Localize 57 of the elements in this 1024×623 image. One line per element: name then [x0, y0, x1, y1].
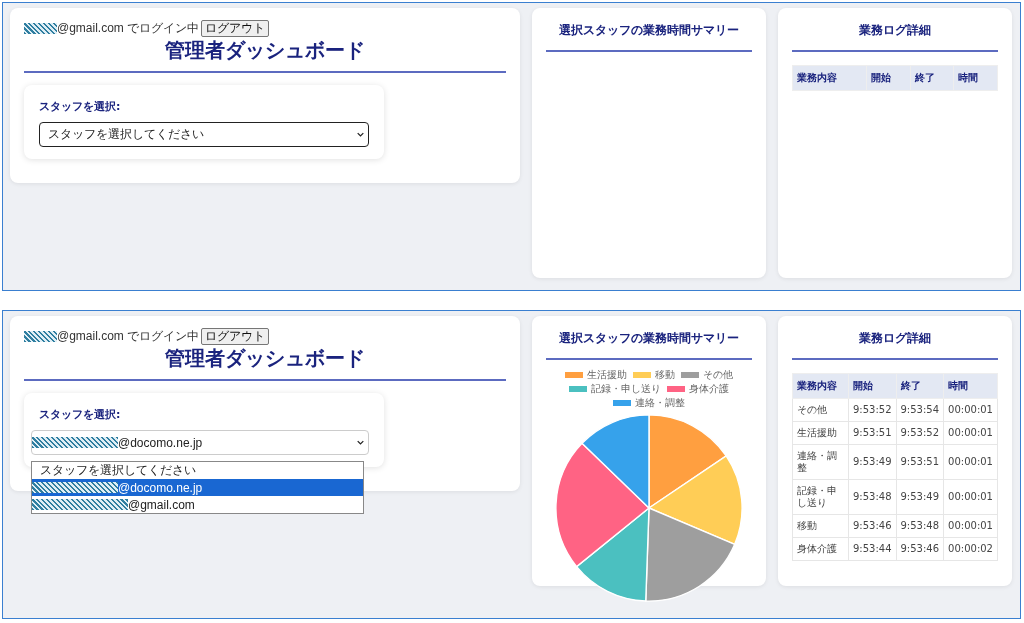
- table-cell: 9:53:52: [896, 421, 944, 445]
- select-label: スタッフを選択:: [39, 99, 122, 114]
- dropdown-option[interactable]: @gmail.com: [32, 496, 363, 513]
- logout-button[interactable]: ログアウト: [201, 328, 270, 345]
- table-cell: その他: [792, 398, 849, 422]
- dropdown-option[interactable]: @docomo.ne.jp: [32, 479, 363, 496]
- table-cell: 9:53:44: [848, 537, 896, 561]
- select-label: スタッフを選択:: [39, 407, 122, 422]
- dropdown-option[interactable]: スタッフを選択してください: [32, 462, 363, 479]
- table-cell: 9:53:54: [896, 398, 944, 422]
- column-header: 時間: [943, 373, 998, 399]
- card-title: 業務ログ詳細: [858, 22, 933, 39]
- table-cell: 9:53:49: [896, 479, 944, 515]
- table-cell: 00:00:01: [943, 514, 998, 538]
- table-cell: 記録・申し送り: [792, 479, 849, 515]
- table-cell: 移動: [792, 514, 849, 538]
- table-cell: 9:53:46: [848, 514, 896, 538]
- table-cell: 連絡・調整: [792, 444, 849, 480]
- login-status: @gmail.com でログイン中: [57, 20, 200, 37]
- table-cell: 00:00:01: [943, 421, 998, 445]
- table-cell: 00:00:01: [943, 479, 998, 515]
- table-cell: 9:53:48: [848, 479, 896, 515]
- legend-label: 連絡・調整: [635, 397, 686, 409]
- chevron-down-icon: [357, 132, 364, 137]
- staff-select[interactable]: @docomo.ne.jp: [31, 430, 369, 455]
- table-cell: 00:00:02: [943, 537, 998, 561]
- table-cell: 9:53:49: [848, 444, 896, 480]
- login-status: @gmail.com でログイン中: [57, 328, 200, 345]
- column-header: 開始: [848, 373, 896, 399]
- table-cell: 9:53:51: [848, 421, 896, 445]
- legend-label: その他: [703, 369, 734, 381]
- table-cell: 00:00:01: [943, 444, 998, 480]
- table-cell: 9:53:52: [848, 398, 896, 422]
- table-cell: 9:53:48: [896, 514, 944, 538]
- column-header: 開始: [866, 65, 911, 91]
- staff-select[interactable]: スタッフを選択してください: [39, 122, 369, 147]
- card-title: 選択スタッフの業務時間サマリー: [558, 22, 741, 39]
- legend-label: 移動: [655, 369, 676, 381]
- legend-label: 身体介護: [689, 383, 730, 395]
- page-title: 管理者ダッシュボード: [164, 37, 367, 63]
- column-header: 時間: [953, 65, 998, 91]
- legend-label: 記録・申し送り: [591, 383, 662, 395]
- card-title: 業務ログ詳細: [858, 330, 933, 347]
- card-title: 選択スタッフの業務時間サマリー: [558, 330, 741, 347]
- column-header: 業務内容: [792, 65, 867, 91]
- legend-label: 生活援助: [587, 369, 628, 381]
- column-header: 業務内容: [792, 373, 849, 399]
- page-title: 管理者ダッシュボード: [164, 345, 367, 371]
- table-cell: 9:53:46: [896, 537, 944, 561]
- table-cell: 身体介護: [792, 537, 849, 561]
- logout-button[interactable]: ログアウト: [201, 20, 270, 37]
- column-header: 終了: [910, 65, 954, 91]
- column-header: 終了: [896, 373, 944, 399]
- table-cell: 00:00:01: [943, 398, 998, 422]
- chevron-down-icon: [357, 440, 364, 445]
- table-cell: 生活援助: [792, 421, 849, 445]
- table-cell: 9:53:51: [896, 444, 944, 480]
